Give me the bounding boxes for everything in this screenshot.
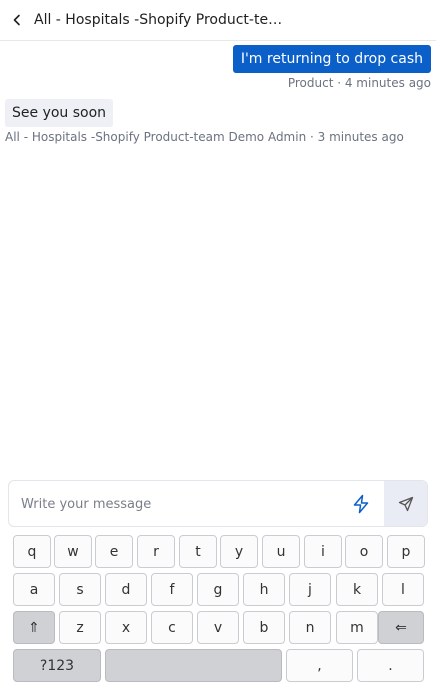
key-u[interactable]: u <box>262 535 300 568</box>
incoming-message-meta: All - Hospitals -Shopify Product-team De… <box>5 130 404 144</box>
key-o[interactable]: o <box>345 535 383 568</box>
key-t[interactable]: t <box>179 535 217 568</box>
key-backspace[interactable]: ⇐ <box>378 611 424 644</box>
outgoing-message-meta: Product · 4 minutes ago <box>287 76 431 90</box>
key-x[interactable]: x <box>105 611 147 644</box>
key-n[interactable]: n <box>289 611 331 644</box>
key-j[interactable]: j <box>289 573 331 606</box>
key-l[interactable]: l <box>382 573 424 606</box>
key-g[interactable]: g <box>197 573 239 606</box>
on-screen-keyboard: q w e r t y u i o p a s d f g h j k l ⇑ … <box>0 530 436 689</box>
key-e[interactable]: e <box>95 535 133 568</box>
key-comma[interactable]: , <box>286 649 353 682</box>
message-input[interactable] <box>21 492 341 516</box>
key-f[interactable]: f <box>151 573 193 606</box>
conversation-title: All - Hospitals -Shopify Product-tea... <box>34 12 284 28</box>
key-s[interactable]: s <box>59 573 101 606</box>
key-p[interactable]: p <box>387 535 425 568</box>
key-m[interactable]: m <box>336 611 378 644</box>
key-d[interactable]: d <box>105 573 147 606</box>
key-v[interactable]: v <box>197 611 239 644</box>
chevron-left-icon <box>13 14 20 26</box>
key-q[interactable]: q <box>13 535 51 568</box>
key-symbols[interactable]: ?123 <box>13 649 101 682</box>
key-b[interactable]: b <box>243 611 285 644</box>
key-r[interactable]: r <box>137 535 175 568</box>
chat-header: All - Hospitals -Shopify Product-tea... <box>0 0 436 41</box>
message-composer <box>8 480 428 527</box>
back-button[interactable] <box>8 11 26 29</box>
key-i[interactable]: i <box>304 535 342 568</box>
key-shift[interactable]: ⇑ <box>13 611 55 644</box>
key-period[interactable]: . <box>357 649 424 682</box>
key-z[interactable]: z <box>59 611 101 644</box>
outgoing-message-bubble: I'm returning to drop cash <box>232 45 431 73</box>
key-y[interactable]: y <box>220 535 258 568</box>
key-k[interactable]: k <box>336 573 378 606</box>
send-button[interactable] <box>384 481 427 526</box>
key-w[interactable]: w <box>54 535 92 568</box>
key-h[interactable]: h <box>243 573 285 606</box>
key-c[interactable]: c <box>151 611 193 644</box>
key-space[interactable] <box>105 649 282 682</box>
lightning-bolt-icon <box>353 494 369 514</box>
key-a[interactable]: a <box>13 573 55 606</box>
incoming-message-bubble: See you soon <box>5 99 114 127</box>
quick-reply-button[interactable] <box>349 492 373 516</box>
send-icon <box>398 496 413 511</box>
